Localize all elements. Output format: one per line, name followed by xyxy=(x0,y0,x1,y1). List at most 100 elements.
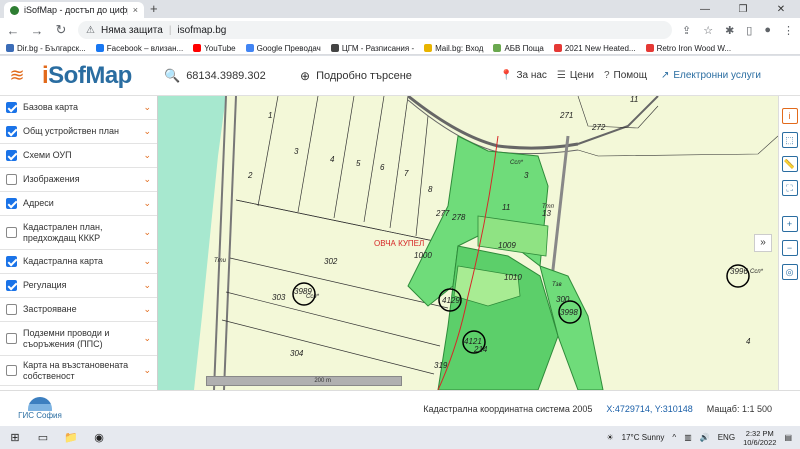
weather-sun-icon[interactable]: ☀ xyxy=(606,433,613,442)
share-icon[interactable]: ⇪ xyxy=(682,24,691,37)
parcel-label: 304 xyxy=(290,349,304,358)
layer-checkbox[interactable] xyxy=(6,256,17,267)
layer-item[interactable]: Кадастрална карта ⌄ xyxy=(0,250,157,274)
layer-checkbox[interactable] xyxy=(6,198,17,209)
parcel-label: 278 xyxy=(451,213,466,222)
tray-chevron-icon[interactable]: ^ xyxy=(672,433,676,442)
bookmark-item[interactable]: Dir.bg - Българск... xyxy=(6,44,86,53)
isofmap-logo[interactable]: iSofMap xyxy=(42,62,152,90)
layer-item[interactable]: Застрояване ⌄ xyxy=(0,298,157,322)
chevron-down-icon[interactable]: ⌄ xyxy=(143,256,151,267)
parcel-label: 302 xyxy=(324,257,338,266)
notification-icon[interactable]: ▤ xyxy=(784,433,792,442)
eservices-link[interactable]: ↗ Електронни услуги xyxy=(661,70,761,81)
close-window-icon[interactable]: ✕ xyxy=(762,4,800,15)
layer-checkbox[interactable] xyxy=(6,227,17,238)
fullscreen-icon[interactable]: ⛶ xyxy=(781,180,798,196)
menu-prices[interactable]: ☰ Цени xyxy=(557,70,594,81)
layer-checkbox[interactable] xyxy=(6,365,17,376)
windows-start-icon[interactable]: ⊞ xyxy=(8,431,22,445)
layer-checkbox[interactable] xyxy=(6,333,17,344)
map-view[interactable]: 1 2 3 4 5 6 7 8 11 271 272 3 11 13 277 2… xyxy=(158,96,778,390)
chevron-down-icon[interactable]: ⌄ xyxy=(143,174,151,185)
bookmark-item[interactable]: 2021 New Heated... xyxy=(553,44,636,53)
parcel-label: 13 xyxy=(542,209,551,218)
chevron-down-icon[interactable]: ⌄ xyxy=(143,304,151,315)
select-area-icon[interactable]: ⬚ xyxy=(781,132,798,148)
cadastral-map[interactable]: 1 2 3 4 5 6 7 8 11 271 272 3 11 13 277 2… xyxy=(158,96,778,390)
bookmark-item[interactable]: АБВ Поща xyxy=(493,44,544,53)
chevron-down-icon[interactable]: ⌄ xyxy=(143,333,151,344)
layer-label: Карта на възстановената собственост xyxy=(23,359,129,381)
forward-icon[interactable]: → xyxy=(30,23,44,38)
warning-icon[interactable]: ⚠ xyxy=(86,25,95,36)
extensions-icon[interactable]: ✱ xyxy=(725,24,734,37)
layer-item[interactable]: Общ устройствен план ⌄ xyxy=(0,120,157,144)
layer-item[interactable]: Адреси ⌄ xyxy=(0,192,157,216)
tab-close-icon[interactable]: × xyxy=(133,5,138,15)
bookmark-item[interactable]: Mail.bg: Вход xyxy=(424,44,483,53)
parcel-boundaries xyxy=(577,135,778,157)
menu-kebab-icon[interactable]: ⋮ xyxy=(783,24,794,37)
search-icon[interactable]: 🔍 xyxy=(164,68,180,84)
back-icon[interactable]: ← xyxy=(6,23,20,38)
chevron-down-icon[interactable]: ⌄ xyxy=(143,198,151,209)
file-explorer-icon[interactable]: 📁 xyxy=(64,431,78,445)
restore-icon[interactable]: ❐ xyxy=(724,4,762,15)
layer-item[interactable]: Карта на възстановената собственост ⌄ xyxy=(0,356,157,386)
network-icon[interactable]: ▥ xyxy=(684,433,692,442)
new-tab-button[interactable]: + xyxy=(150,2,158,18)
expand-panel-icon[interactable]: » xyxy=(754,234,772,252)
chevron-down-icon[interactable]: ⌄ xyxy=(143,365,151,376)
address-bar[interactable]: ⚠ Няма защита | isofmap.bg xyxy=(78,21,672,39)
layer-item[interactable]: Схеми ОУП ⌄ xyxy=(0,144,157,168)
gis-name: ГИС София xyxy=(18,411,62,420)
layer-checkbox[interactable] xyxy=(6,174,17,185)
bookmark-item[interactable]: YouTube xyxy=(193,44,236,53)
layer-checkbox[interactable] xyxy=(6,102,17,113)
advanced-search-link[interactable]: ⊕ Подробно търсене xyxy=(300,69,500,83)
browser-tab[interactable]: iSofMap - достъп до цифрови д × xyxy=(4,2,144,18)
measure-ruler-icon[interactable]: 📏 xyxy=(781,156,798,172)
layer-checkbox[interactable] xyxy=(6,304,17,315)
layer-item[interactable]: Подземни проводи и съоръжения (ППС) ⌄ xyxy=(0,322,157,356)
profile-avatar[interactable]: ● xyxy=(764,24,771,37)
sidepanel-icon[interactable]: ▯ xyxy=(746,24,752,37)
zoom-out-icon[interactable]: − xyxy=(781,240,798,256)
layer-item[interactable]: Изображения ⌄ xyxy=(0,168,157,192)
url-text[interactable]: isofmap.bg xyxy=(177,25,226,36)
layer-item[interactable]: Базова карта ⌄ xyxy=(0,96,157,120)
layer-item[interactable]: Кадастрален план, предхождащ КККР ⌄ xyxy=(0,216,157,250)
chevron-down-icon[interactable]: ⌄ xyxy=(143,126,151,137)
volume-icon[interactable]: 🔊 xyxy=(700,433,710,442)
bookmark-star-icon[interactable]: ☆ xyxy=(703,24,713,37)
layer-checkbox[interactable] xyxy=(6,280,17,291)
bookmark-item[interactable]: Facebook – влизан... xyxy=(95,44,183,53)
bookmark-item[interactable]: Google Преводач xyxy=(245,44,321,53)
task-view-icon[interactable]: ▭ xyxy=(36,431,50,445)
language-indicator[interactable]: ENG xyxy=(718,433,735,442)
bookmark-item[interactable]: Retro Iron Wood W... xyxy=(645,44,731,53)
layer-checkbox[interactable] xyxy=(6,150,17,161)
chevron-down-icon[interactable]: ⌄ xyxy=(143,150,151,161)
menu-help[interactable]: ? Помощ xyxy=(604,70,647,81)
menu-about[interactable]: 📍 За нас xyxy=(500,70,547,81)
search-input[interactable] xyxy=(186,69,297,82)
gis-sofia-logo[interactable]: ГИС София xyxy=(0,397,80,420)
weather-text[interactable]: 17°C Sunny xyxy=(622,433,665,442)
map-scale-label: Мащаб: 1:1 500 xyxy=(706,403,772,414)
reload-icon[interactable]: ↻ xyxy=(54,22,68,38)
clock[interactable]: 2:32 PM 10/6/2022 xyxy=(743,429,776,447)
minimize-icon[interactable]: — xyxy=(686,4,724,15)
layer-checkbox[interactable] xyxy=(6,126,17,137)
layers-toggle-button[interactable]: ≋ xyxy=(0,56,34,96)
info-tool-icon[interactable]: i xyxy=(781,108,798,124)
chevron-down-icon[interactable]: ⌄ xyxy=(143,227,151,238)
chevron-down-icon[interactable]: ⌄ xyxy=(143,280,151,291)
zoom-in-icon[interactable]: + xyxy=(781,216,798,232)
layer-item[interactable]: Регулация ⌄ xyxy=(0,274,157,298)
chevron-down-icon[interactable]: ⌄ xyxy=(143,102,151,113)
bookmark-item[interactable]: ЦГМ - Разписания - xyxy=(330,44,414,53)
locate-icon[interactable]: ◎ xyxy=(781,264,798,280)
chrome-icon[interactable]: ◉ xyxy=(92,431,106,445)
